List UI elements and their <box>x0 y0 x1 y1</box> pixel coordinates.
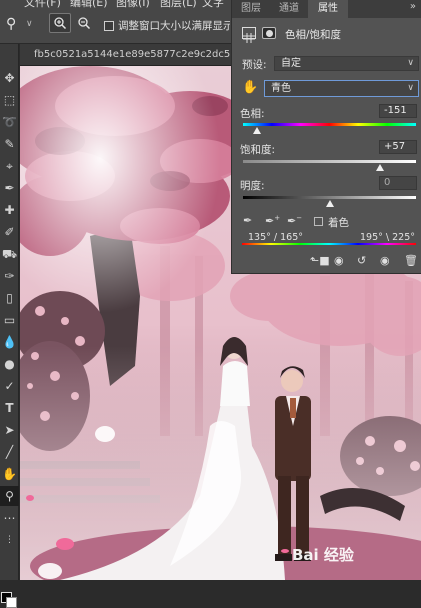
path-selection-tool-icon[interactable]: ➤ <box>0 420 19 440</box>
menu-type[interactable]: 文字(Y) <box>202 0 232 8</box>
color-range-bar[interactable] <box>242 243 416 245</box>
eyedropper-plus-icon[interactable]: ✒+ <box>265 214 280 228</box>
tab-layers[interactable]: 图层 <box>232 0 270 18</box>
range-right-degrees: 195° \ 225° <box>360 232 416 243</box>
clone-stamp-tool-icon[interactable]: ⛟ <box>0 244 19 264</box>
reset-icon[interactable]: ↺ <box>357 254 366 267</box>
properties-panel: 图层 通道 属性 » 色相/饱和度 预设: 自定 ∨ ✋ 青色 ∨ 色相: -1… <box>231 0 421 274</box>
zoom-tool-active-icon[interactable]: ⚲ <box>0 486 19 506</box>
clip-to-layer-icon[interactable]: ⬑■ <box>310 254 330 267</box>
zoom-tool-icon[interactable]: ⚲ <box>6 16 16 32</box>
pen-tool-icon[interactable]: ✓ <box>0 376 19 396</box>
baidu-watermark: Bai 经验 <box>292 544 354 565</box>
resize-windows-label: 调整窗口大小以满屏显示 <box>118 20 230 32</box>
menu-file[interactable]: 文件(F) <box>24 0 61 8</box>
panel-footer: ⬑■ ◉ ↺ ◉ 🗑 <box>232 250 421 272</box>
hand-tool-icon[interactable]: ✋ <box>0 464 19 484</box>
saturation-slider-track[interactable] <box>243 160 416 163</box>
tool-preset-dropdown-icon[interactable]: ∨ <box>26 19 33 29</box>
zoom-out-icon <box>78 17 91 30</box>
preset-dropdown[interactable]: 自定 ∨ <box>274 56 419 71</box>
visibility-eye-icon[interactable]: ◉ <box>380 254 390 267</box>
lightness-slider-thumb[interactable] <box>325 200 334 207</box>
brush-tool-icon[interactable]: ✐ <box>0 222 19 242</box>
colorize-checkbox[interactable] <box>314 217 323 226</box>
panel-tabs: 图层 通道 属性 » <box>232 0 421 18</box>
document-tab-label: fb5c0521a5144e1e89e5877c2e9c2dc5.jpg <box>34 49 249 60</box>
saturation-value-field[interactable]: +57 <box>379 140 417 154</box>
more-tools-icon[interactable]: ⋯ <box>0 508 19 528</box>
tab-channels[interactable]: 通道 <box>270 0 308 18</box>
eyedropper-minus-icon[interactable]: ✒− <box>287 214 302 228</box>
hue-slider-thumb[interactable] <box>252 127 261 134</box>
hue-slider-track[interactable] <box>243 123 416 126</box>
resize-windows-checkbox[interactable] <box>104 21 114 31</box>
background-color-swatch[interactable] <box>6 597 17 608</box>
collapse-panel-icon[interactable]: » <box>410 1 416 12</box>
colorize-label: 着色 <box>328 217 349 229</box>
range-left-degrees: 135° / 165° <box>248 232 304 243</box>
document-tab[interactable]: fb5c0521a5144e1e89e5877c2e9c2dc5.jpg <box>20 44 249 66</box>
color-range-value: 青色 <box>271 83 291 94</box>
eraser-tool-icon[interactable]: ▯ <box>0 288 19 308</box>
adjustment-title: 色相/饱和度 <box>285 29 342 41</box>
preset-value: 自定 <box>281 58 301 69</box>
type-tool-icon[interactable]: T <box>0 398 19 418</box>
healing-brush-tool-icon[interactable]: ✚ <box>0 200 19 220</box>
delete-trash-icon[interactable]: 🗑 <box>404 254 418 267</box>
zoom-out-button[interactable] <box>73 13 95 33</box>
saturation-slider-thumb[interactable] <box>375 164 384 171</box>
chevron-down-icon: ∨ <box>407 58 414 68</box>
dodge-tool-icon[interactable]: ● <box>0 354 19 374</box>
color-range-dropdown[interactable]: 青色 ∨ <box>264 80 419 97</box>
history-brush-tool-icon[interactable]: ✑ <box>0 266 19 286</box>
tab-properties[interactable]: 属性 <box>308 0 348 18</box>
crop-tool-icon[interactable]: ⌖ <box>0 156 19 176</box>
view-previous-state-icon[interactable]: ◉ <box>334 254 344 267</box>
quick-select-tool-icon[interactable]: ✎ <box>0 134 19 154</box>
preset-label: 预设: <box>242 59 267 71</box>
menu-edit[interactable]: 编辑(E) <box>70 0 108 8</box>
hue-value-field[interactable]: -151 <box>379 104 417 118</box>
edit-toolbar-icon[interactable]: ⋮ <box>0 530 19 550</box>
chevron-down-icon: ∨ <box>407 83 414 93</box>
eyedropper-tool-icon[interactable]: ✒ <box>0 178 19 198</box>
menu-bar: 文件(F) 编辑(E) 图像(I) 图层(L) 文字(Y) <box>0 0 232 8</box>
zoom-in-button[interactable] <box>49 13 71 33</box>
menu-image[interactable]: 图像(I) <box>116 0 150 8</box>
watermark-text: Bai 经验 <box>292 546 354 564</box>
hue-label: 色相: <box>240 108 265 120</box>
tools-panel: ✥ ⬚ ➰ ✎ ⌖ ✒ ✚ ✐ ⛟ ✑ ▯ ▭ 💧 ● ✓ T ➤ ╱ ✋ ⚲ … <box>0 44 19 608</box>
shape-tool-icon[interactable]: ╱ <box>0 442 19 462</box>
lightness-slider-track[interactable] <box>243 196 416 199</box>
zoom-in-icon <box>54 17 67 30</box>
targeted-adjustment-hand-icon[interactable]: ✋ <box>242 80 258 95</box>
lightness-value-field[interactable]: 0 <box>379 176 417 190</box>
lightness-label: 明度: <box>240 180 265 192</box>
lasso-tool-icon[interactable]: ➰ <box>0 112 19 132</box>
gradient-tool-icon[interactable]: ▭ <box>0 310 19 330</box>
eyedropper-icon[interactable]: ✒ <box>243 214 252 227</box>
layer-mask-icon[interactable] <box>262 27 276 39</box>
marquee-tool-icon[interactable]: ⬚ <box>0 90 19 110</box>
move-tool-icon[interactable]: ✥ <box>0 68 19 88</box>
adjustment-grid-icon <box>242 27 256 43</box>
blur-tool-icon[interactable]: 💧 <box>0 332 19 352</box>
menu-layer[interactable]: 图层(L) <box>160 0 197 8</box>
saturation-label: 饱和度: <box>240 144 276 156</box>
